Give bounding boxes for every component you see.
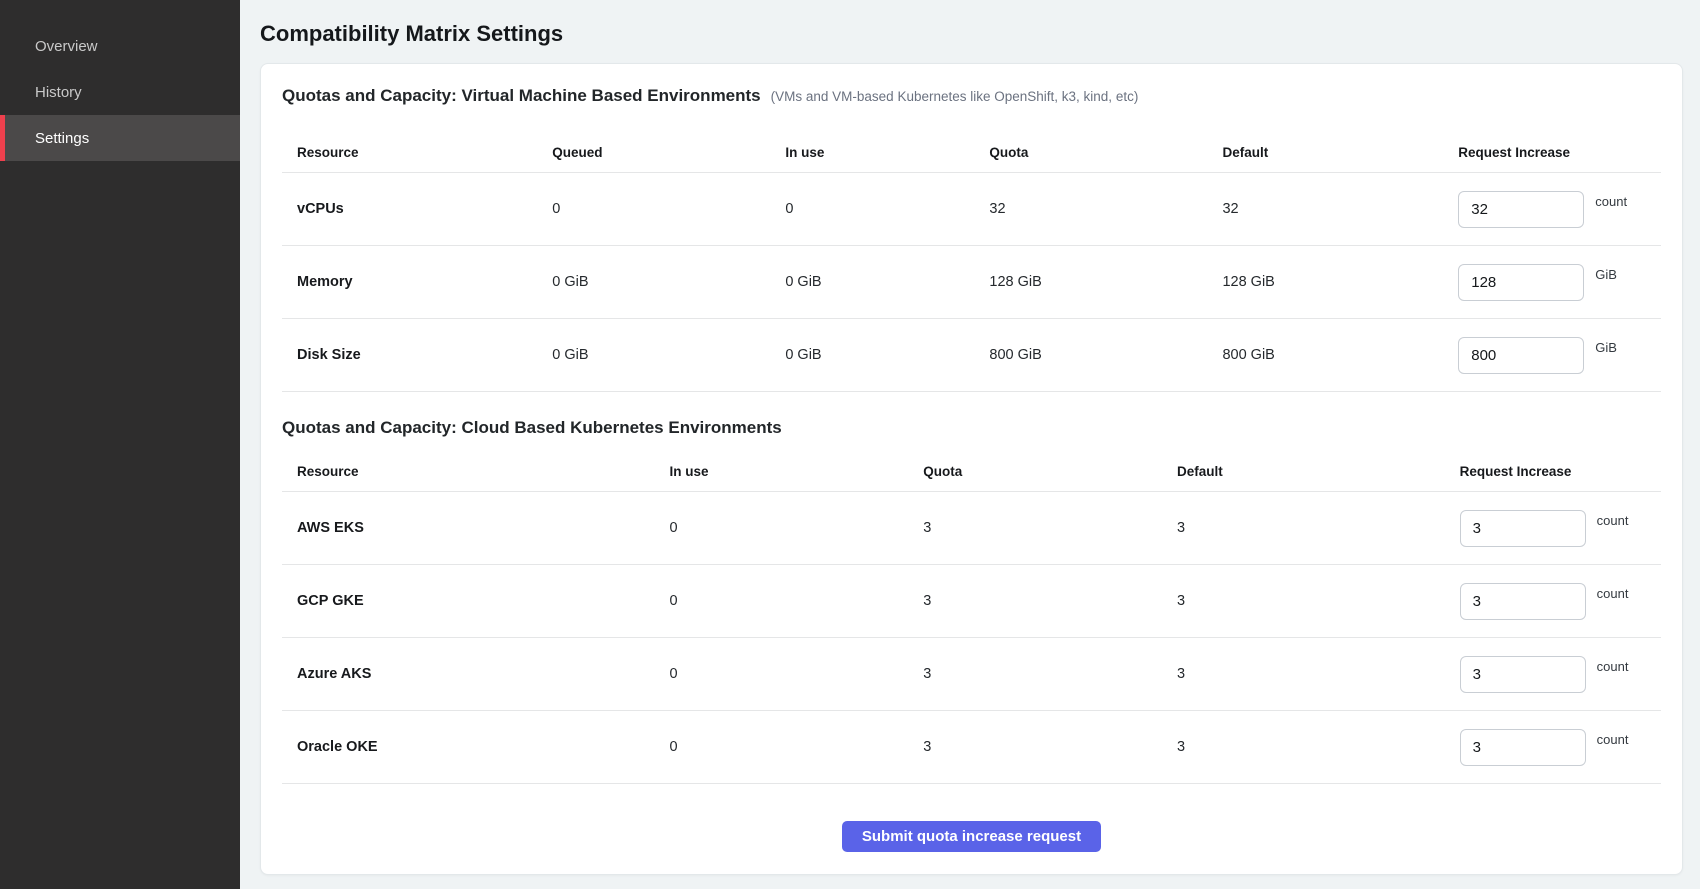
unit-label: GiB	[1595, 267, 1617, 282]
request-increase-input-azure-aks[interactable]	[1460, 656, 1586, 693]
quota-value: 3	[923, 739, 1177, 755]
resource-label: Memory	[282, 274, 552, 290]
column-header-quota: Quota	[923, 464, 1177, 479]
in-use-value: 0	[669, 666, 923, 682]
in-use-value: 0 GiB	[785, 347, 989, 363]
sidebar-item-settings[interactable]: Settings	[0, 115, 240, 161]
cloud-section-title: Quotas and Capacity: Cloud Based Kuberne…	[282, 416, 782, 440]
request-increase-cell: count	[1460, 729, 1661, 766]
cloud-section-header: Quotas and Capacity: Cloud Based Kuberne…	[282, 392, 1661, 440]
request-increase-cell: count	[1460, 510, 1661, 547]
default-value: 3	[1177, 666, 1460, 682]
quota-value: 3	[923, 593, 1177, 609]
vm-section-header: Quotas and Capacity: Virtual Machine Bas…	[282, 64, 1661, 109]
in-use-value: 0 GiB	[785, 274, 989, 290]
unit-label: count	[1597, 659, 1629, 674]
default-value: 3	[1177, 739, 1460, 755]
vm-section-subtitle: (VMs and VM-based Kubernetes like OpenSh…	[771, 85, 1139, 109]
table-row-aws-eks: AWS EKS 0 3 3 count	[282, 492, 1661, 565]
in-use-value: 0	[669, 739, 923, 755]
request-increase-input-vcpus[interactable]	[1458, 191, 1584, 228]
quota-value: 3	[923, 520, 1177, 536]
request-increase-input-aws-eks[interactable]	[1460, 510, 1586, 547]
queued-value: 0	[552, 201, 785, 217]
queued-value: 0 GiB	[552, 347, 785, 363]
main-content: Compatibility Matrix Settings Quotas and…	[240, 0, 1700, 889]
column-header-in-use: In use	[669, 464, 923, 479]
request-increase-input-oracle-oke[interactable]	[1460, 729, 1586, 766]
resource-label: Disk Size	[282, 347, 552, 363]
queued-value: 0 GiB	[552, 274, 785, 290]
quota-value: 128 GiB	[989, 274, 1222, 290]
in-use-value: 0	[785, 201, 989, 217]
unit-label: count	[1597, 732, 1629, 747]
default-value: 800 GiB	[1222, 347, 1458, 363]
resource-label: Oracle OKE	[282, 739, 669, 755]
vm-table-header: Resource Queued In use Quota Default Req…	[282, 133, 1661, 173]
sidebar-item-history[interactable]: History	[0, 69, 240, 115]
request-increase-input-disk-size[interactable]	[1458, 337, 1584, 374]
unit-label: count	[1597, 586, 1629, 601]
column-header-request-increase: Request Increase	[1460, 464, 1661, 479]
quota-value: 32	[989, 201, 1222, 217]
request-increase-input-memory[interactable]	[1458, 264, 1584, 301]
request-increase-cell: GiB	[1458, 337, 1661, 374]
request-increase-cell: count	[1460, 656, 1661, 693]
resource-label: vCPUs	[282, 201, 552, 217]
unit-label: count	[1597, 513, 1629, 528]
page-title: Compatibility Matrix Settings	[260, 18, 1683, 50]
column-header-default: Default	[1222, 145, 1458, 160]
column-header-resource: Resource	[282, 145, 552, 160]
default-value: 3	[1177, 593, 1460, 609]
app-window: Overview History Settings Compatibility …	[0, 0, 1700, 889]
column-header-default: Default	[1177, 464, 1460, 479]
column-header-request-increase: Request Increase	[1458, 145, 1661, 160]
request-increase-cell: count	[1460, 583, 1661, 620]
column-header-queued: Queued	[552, 145, 785, 160]
sidebar-item-overview[interactable]: Overview	[0, 23, 240, 69]
request-increase-cell: count	[1458, 191, 1661, 228]
submit-quota-increase-button[interactable]: Submit quota increase request	[842, 821, 1101, 852]
resource-label: Azure AKS	[282, 666, 669, 682]
table-row-oracle-oke: Oracle OKE 0 3 3 count	[282, 711, 1661, 784]
request-increase-cell: GiB	[1458, 264, 1661, 301]
default-value: 3	[1177, 520, 1460, 536]
vm-section-title: Quotas and Capacity: Virtual Machine Bas…	[282, 84, 761, 108]
table-row-disk-size: Disk Size 0 GiB 0 GiB 800 GiB 800 GiB Gi…	[282, 319, 1661, 392]
in-use-value: 0	[669, 593, 923, 609]
column-header-in-use: In use	[785, 145, 989, 160]
column-header-resource: Resource	[282, 464, 669, 479]
cloud-table-header: Resource In use Quota Default Request In…	[282, 452, 1661, 492]
quota-value: 3	[923, 666, 1177, 682]
quota-value: 800 GiB	[989, 347, 1222, 363]
request-increase-input-gcp-gke[interactable]	[1460, 583, 1586, 620]
default-value: 128 GiB	[1222, 274, 1458, 290]
unit-label: count	[1595, 194, 1627, 209]
table-row-memory: Memory 0 GiB 0 GiB 128 GiB 128 GiB GiB	[282, 246, 1661, 319]
sidebar: Overview History Settings	[0, 0, 240, 889]
in-use-value: 0	[669, 520, 923, 536]
default-value: 32	[1222, 201, 1458, 217]
quota-settings-card: Quotas and Capacity: Virtual Machine Bas…	[260, 63, 1683, 875]
card-footer: Submit quota increase request	[282, 784, 1661, 852]
unit-label: GiB	[1595, 340, 1617, 355]
resource-label: AWS EKS	[282, 520, 669, 536]
table-row-vcpus: vCPUs 0 0 32 32 count	[282, 173, 1661, 246]
column-header-quota: Quota	[989, 145, 1222, 160]
table-row-gcp-gke: GCP GKE 0 3 3 count	[282, 565, 1661, 638]
resource-label: GCP GKE	[282, 593, 669, 609]
table-row-azure-aks: Azure AKS 0 3 3 count	[282, 638, 1661, 711]
